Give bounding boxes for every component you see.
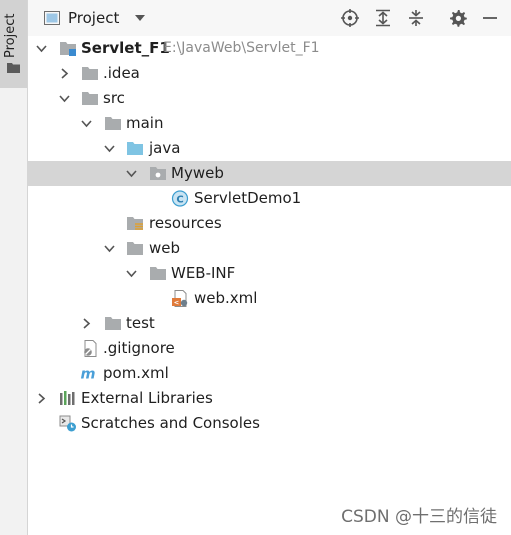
tree-row-web-xml[interactable]: < web.xml — [28, 286, 511, 311]
watermark-text: CSDN @十三的信徒 — [341, 507, 497, 527]
project-tree: Servlet_F1 E:\JavaWeb\Servlet_F1 .idea s… — [28, 36, 511, 436]
folder-icon — [7, 63, 20, 73]
tree-row-myweb[interactable]: Myweb — [28, 161, 511, 186]
tree-label-servletdemo1: ServletDemo1 — [194, 189, 302, 207]
tree-label-myweb: Myweb — [171, 164, 224, 182]
folder-icon — [82, 67, 98, 80]
ignore-file-icon — [84, 340, 97, 357]
tree-row-main[interactable]: main — [28, 111, 511, 136]
folder-icon — [127, 242, 143, 255]
chevron-down-icon[interactable] — [81, 118, 92, 129]
tree-label-main: main — [126, 114, 164, 132]
folder-icon — [105, 317, 121, 330]
tree-label-web-xml: web.xml — [194, 289, 258, 307]
xml-file-icon: < — [172, 290, 188, 307]
tree-row-root[interactable]: Servlet_F1 E:\JavaWeb\Servlet_F1 — [28, 36, 511, 61]
svg-text:m: m — [81, 366, 96, 382]
tree-row-web-inf[interactable]: WEB-INF — [28, 261, 511, 286]
project-tool-tab-label: Project — [3, 13, 18, 58]
tree-label-idea: .idea — [103, 64, 140, 82]
source-folder-icon — [127, 142, 143, 155]
project-panel-header: Project — [28, 0, 511, 36]
chevron-down-icon[interactable] — [126, 268, 137, 279]
chevron-down-icon[interactable] — [36, 43, 47, 54]
folder-icon — [150, 267, 166, 280]
chevron-down-icon[interactable] — [104, 143, 115, 154]
tree-path-root: E:\JavaWeb\Servlet_F1 — [163, 40, 320, 56]
resources-folder-icon — [127, 217, 143, 230]
library-icon — [60, 391, 75, 405]
panel-title: Project — [68, 9, 120, 27]
folder-icon — [105, 117, 121, 130]
svg-text:<: < — [174, 299, 179, 307]
svg-text:C: C — [176, 195, 183, 206]
tree-label-pom: pom.xml — [103, 364, 169, 382]
tree-row-external-libraries[interactable]: External Libraries — [28, 386, 511, 411]
module-folder-icon — [60, 42, 76, 56]
maven-icon: m — [81, 366, 96, 382]
chevron-down-icon[interactable] — [126, 168, 137, 179]
scratches-icon — [59, 415, 76, 432]
minimize-icon[interactable] — [481, 9, 499, 27]
locate-icon[interactable] — [341, 9, 359, 27]
tree-row-pom[interactable]: m pom.xml — [28, 361, 511, 386]
tree-label-scratches: Scratches and Consoles — [81, 414, 260, 432]
tree-row-resources[interactable]: resources — [28, 211, 511, 236]
chevron-down-icon[interactable] — [135, 15, 146, 21]
tree-label-web-inf: WEB-INF — [171, 264, 236, 282]
project-tool-tab[interactable]: Project — [0, 0, 27, 88]
tree-row-src[interactable]: src — [28, 86, 511, 111]
folder-icon — [82, 92, 98, 105]
view-selector[interactable]: Project — [44, 9, 146, 27]
package-folder-icon — [150, 167, 166, 180]
collapse-all-icon[interactable] — [407, 9, 425, 27]
project-view-icon — [44, 11, 60, 25]
tree-row-servletdemo1[interactable]: C ServletDemo1 — [28, 186, 511, 211]
chevron-down-icon[interactable] — [59, 93, 70, 104]
expand-all-icon[interactable] — [374, 9, 392, 27]
tree-row-scratches[interactable]: Scratches and Consoles — [28, 411, 511, 436]
chevron-right-icon[interactable] — [36, 393, 47, 404]
tree-label-java: java — [149, 139, 181, 157]
tree-label-web: web — [149, 239, 181, 257]
tree-row-gitignore[interactable]: .gitignore — [28, 336, 511, 361]
tree-label-root: Servlet_F1 — [81, 39, 170, 57]
tree-row-idea[interactable]: .idea — [28, 61, 511, 86]
chevron-right-icon[interactable] — [81, 318, 92, 329]
tree-label-resources: resources — [149, 214, 222, 232]
chevron-down-icon[interactable] — [104, 243, 115, 254]
tree-row-web[interactable]: web — [28, 236, 511, 261]
tree-row-java[interactable]: java — [28, 136, 511, 161]
tree-row-test[interactable]: test — [28, 311, 511, 336]
java-class-icon: C — [171, 190, 189, 207]
chevron-right-icon[interactable] — [59, 68, 70, 79]
tree-label-external-libraries: External Libraries — [81, 389, 213, 407]
tree-label-test: test — [126, 314, 155, 332]
tree-label-src: src — [103, 89, 125, 107]
gear-icon[interactable] — [449, 9, 467, 27]
tree-label-gitignore: .gitignore — [103, 339, 175, 357]
tool-window-strip: Project — [0, 0, 28, 535]
